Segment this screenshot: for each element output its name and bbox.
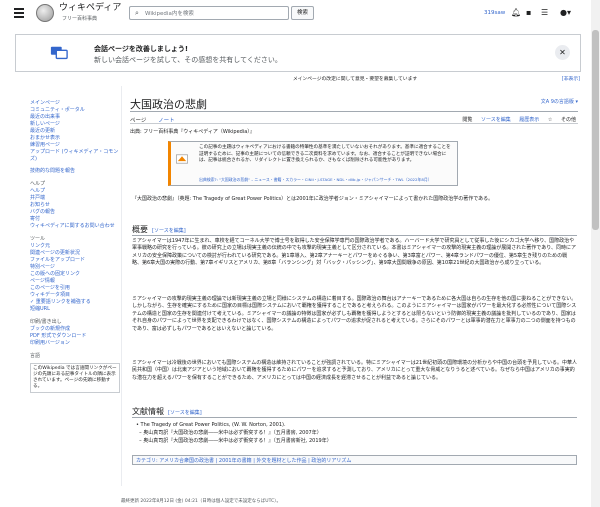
sidebar-item-download-pdf[interactable]: PDF 形式でダウンロード — [30, 333, 120, 340]
site-notice-text: メインページの改定に関して意見・要望を募集しています — [292, 77, 418, 82]
sidebar-item-donate[interactable]: 寄付 — [30, 216, 120, 223]
sidebar-item-short-url[interactable]: 短縮URL — [30, 306, 120, 313]
sidebar-print-heading: 印刷/書き出し — [30, 319, 62, 325]
page-title: 大国政治の悲劇 — [130, 98, 207, 111]
sidebar-item-random[interactable]: おまかせ表示 — [30, 135, 120, 142]
list-item: • The Tragedy of Great Power Politics, (… — [136, 422, 286, 428]
sidebar-item-main-page[interactable]: メインページ — [30, 100, 120, 107]
notability-notice-search[interactable]: 出典検索?: "大国政治の悲劇" – ニュース・書籍・スカラー・CiNii・J-… — [199, 177, 455, 183]
article-content: 大国政治の悲劇 文A 9の言語版 ▾ ページ ノート 閲覧 ソースを編集 履歴表… — [121, 86, 584, 486]
notice-title: 会話ページを改善しましょう! — [94, 45, 189, 53]
sidebar-item-village-pump[interactable]: 井戸端 — [30, 195, 120, 202]
sidebar-item-wikidata[interactable]: ウィキデータ項目 — [30, 292, 120, 299]
main-menu-button[interactable] — [14, 8, 24, 18]
sidebar-item-enhance-links[interactable]: ✓ 重要語リンクを補強する — [30, 299, 120, 306]
edit-section-link[interactable]: [ソースを編集] — [152, 228, 186, 234]
article-source-line: 出典: フリー百科事典『ウィキペディア（Wikipedia）』 — [130, 129, 255, 135]
notice-body: 新しい会話ページを試して、その感想を共有してください。 — [94, 56, 282, 64]
sidebar-item-upload-commons[interactable]: アップロード (ウィキメディア・コモンズ) — [30, 149, 120, 163]
bell-icon[interactable]: 🔔︎ — [511, 8, 521, 17]
view-tabs: 閲覧 ソースを編集 履歴表示 ☆ その他 — [455, 116, 576, 123]
sidebar-lang-heading: 言語 — [30, 353, 41, 359]
notability-notice-text: この記事の主題はウィキペディアにおける書籍の特筆性の基準を満たしていないおそれが… — [199, 145, 451, 163]
sidebar-item-community-portal[interactable]: コミュニティ・ポータル — [30, 107, 120, 114]
sidebar-item-bug-report[interactable]: バグの報告 — [30, 209, 120, 216]
search-icon: ⌕ — [135, 9, 139, 17]
sidebar-item-page-info[interactable]: ページ情報 — [30, 278, 120, 285]
sidebar-item-sandbox[interactable]: 練習用ページ — [30, 142, 120, 149]
translate-icon: 文A — [540, 99, 551, 105]
overview-paragraph-1: ミアシャイマーは1947年に生まれ、車校を経てコーネル大学で博士号を取得した安全… — [132, 238, 577, 267]
language-button[interactable]: 文A 9の言語版 ▾ — [541, 98, 578, 105]
logo-title[interactable]: ウィキペディア — [59, 4, 121, 13]
language-info-box: このWikipedia では言語間リンクがページの先頭にある記事タイトルの隣に表… — [30, 363, 120, 393]
talk-page-notice: 会話ページを改善しましょう! 新しい会話ページを試して、その感想を共有してくださ… — [15, 34, 581, 72]
list-item: – 奥山真司訳『大国政治の悲劇――米中は必ず衝突する！』（五月書房, 2007年… — [136, 430, 322, 436]
bibliography-list: • The Tragedy of Great Power Politics, (… — [136, 421, 332, 445]
sidebar-item-create-book[interactable]: ブックの新規作成 — [30, 326, 120, 333]
sidebar: メインページ コミュニティ・ポータル 最近の出来事 新しいページ 最近の更新 お… — [30, 100, 120, 393]
sidebar-item-upload-file[interactable]: ファイルをアップロード — [30, 257, 120, 264]
search-placeholder: Wikipedia内を検索 — [145, 11, 194, 17]
inbox-icon[interactable]: ▪ — [526, 8, 531, 17]
sidebar-item-report-bug[interactable]: 技術的な問題を報告 — [30, 168, 120, 175]
overview-paragraph-2: ミアシャイマーの攻撃的現実主義の理論では新現実主義の立場と同様にシステムの構造に… — [132, 296, 577, 332]
close-icon[interactable]: ✕ — [555, 45, 570, 60]
scrollbar[interactable] — [591, 0, 600, 507]
hide-notice-link[interactable]: [非表示] — [562, 75, 580, 82]
footer-text: 最終更新 2022年8月12日 (金) 04:21（日時は個人設定で未設定ならば… — [121, 499, 281, 504]
sidebar-item-printable[interactable]: 印刷用バージョン — [30, 340, 120, 347]
search-input[interactable]: ⌕ Wikipedia内を検索 — [129, 6, 289, 20]
sidebar-item-new-pages[interactable]: 新しいページ — [30, 121, 120, 128]
sidebar-item-current-events[interactable]: 最近の出来事 — [30, 114, 120, 121]
sidebar-item-cite[interactable]: このページを引用 — [30, 285, 120, 292]
sidebar-item-special-pages[interactable]: 特別ページ — [30, 264, 120, 271]
chevron-down-icon: ▾ — [573, 99, 578, 105]
section-heading-overview: 概要 [ソースを編集] — [132, 224, 186, 235]
overview-heading-text: 概要 — [132, 225, 148, 234]
list-item: – 奥山真司訳『大国政治の悲劇――米中は必ず衝突する！』（五月書房新社, 201… — [136, 438, 332, 444]
watchlist-icon[interactable]: ☰ — [541, 8, 548, 17]
sidebar-tools-heading: ツール — [30, 236, 46, 242]
site-notice: メインページの改定に関して意見・要望を募集しています [非表示] — [130, 75, 580, 82]
sidebar-item-what-links-here[interactable]: リンク元 — [30, 243, 120, 250]
sidebar-item-help[interactable]: ヘルプ — [30, 188, 120, 195]
lead-paragraph: 『大国政治の悲劇』（英題: The Tragedy of Great Power… — [132, 196, 494, 202]
sidebar-item-permalink[interactable]: この版への固定リンク — [30, 271, 120, 278]
speech-bubbles-icon — [50, 46, 68, 60]
bibliography-heading-text: 文献情報 — [132, 407, 164, 416]
sidebar-item-recent-changes[interactable]: 最近の更新 — [30, 128, 120, 135]
sidebar-item-contact[interactable]: ウィキペディアに関するお問い合わせ — [30, 223, 120, 230]
username-link[interactable]: 319saw — [484, 10, 505, 16]
scrollbar-thumb[interactable] — [592, 30, 599, 230]
sidebar-item-related-changes[interactable]: 関連ページの更新状況 — [30, 250, 120, 257]
page: ウィキペディア フリー百科事典 ⌕ Wikipedia内を検索 検索 319sa… — [0, 0, 600, 507]
user-icon[interactable]: ●▾ — [560, 8, 571, 17]
category-links[interactable]: カテゴリ: アメリカ合衆国の政治書 | 2001年の書籍 | 外交を題材とした作… — [132, 455, 577, 465]
search-button[interactable]: 検索 — [291, 6, 314, 20]
notability-notice: この記事の主題はウィキペディアにおける書籍の特筆性の基準を満たしていないおそれが… — [168, 141, 458, 186]
logo-subtitle: フリー百科事典 — [62, 16, 98, 22]
header: ウィキペディア フリー百科事典 ⌕ Wikipedia内を検索 検索 319sa… — [0, 0, 600, 28]
edit-section-link-2[interactable]: [ソースを編集] — [168, 410, 202, 416]
wikipedia-logo-icon[interactable] — [36, 4, 54, 22]
sidebar-help-heading: ヘルプ — [30, 181, 46, 187]
sidebar-item-announcements[interactable]: お知らせ — [30, 202, 120, 209]
scales-icon — [176, 154, 188, 164]
language-count: 9の言語版 — [550, 99, 574, 105]
sidebar-main-list: メインページ コミュニティ・ポータル 最近の出来事 新しいページ 最近の更新 お… — [30, 100, 120, 163]
section-heading-bibliography: 文献情報 [ソースを編集] — [132, 406, 202, 417]
overview-paragraph-3: ミアシャイマーは冷戦後の世界においても国際システムの構造は維持されていることが強… — [132, 360, 577, 381]
